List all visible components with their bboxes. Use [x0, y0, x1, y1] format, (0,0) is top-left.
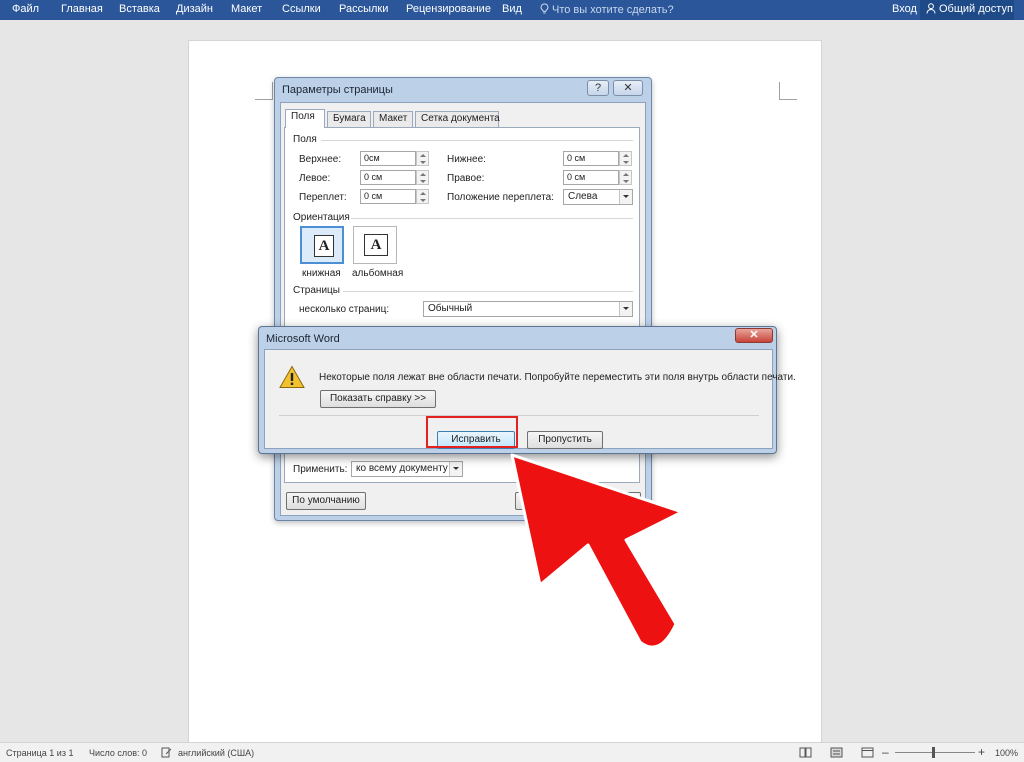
red-arrow-pointer: [510, 453, 684, 649]
red-arrow-shape: [510, 453, 684, 649]
